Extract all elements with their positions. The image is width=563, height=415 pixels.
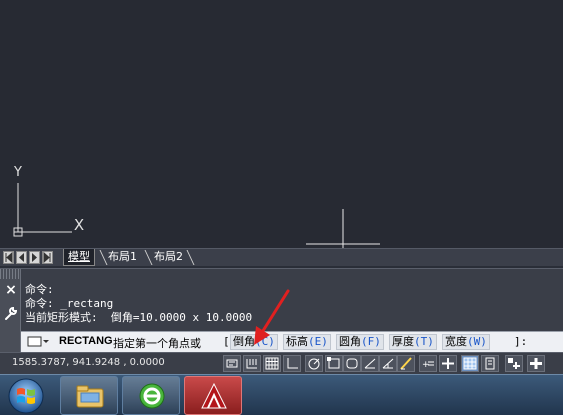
- ucs-icon: Y X: [13, 165, 84, 237]
- ucs-y-label: Y: [13, 165, 22, 180]
- dynamic-input-icon[interactable]: [397, 355, 415, 372]
- internet-explorer-icon: [139, 383, 165, 409]
- taskbar-explorer-button[interactable]: [60, 376, 118, 415]
- option-width[interactable]: 宽度(W): [442, 334, 490, 350]
- ortho-mode-icon[interactable]: [283, 355, 301, 372]
- annotation-monitor-icon[interactable]: [527, 355, 545, 372]
- history-line: 命令: _rectang: [25, 297, 114, 310]
- crosshair-cursor: [306, 209, 380, 248]
- autocad-icon: [201, 382, 227, 409]
- options-open-bracket: [: [223, 335, 230, 348]
- polar-tracking-icon[interactable]: [305, 355, 323, 372]
- quick-properties-icon[interactable]: [481, 355, 499, 372]
- command-history: 命令: 命令: _rectang 当前矩形模式: 倒角=10.0000 x 10…: [25, 283, 555, 325]
- lineweight-icon[interactable]: +: [419, 355, 437, 372]
- last-tab-icon[interactable]: [42, 251, 53, 264]
- options-close-bracket: ]:: [514, 335, 528, 348]
- crosshair-plus-icon[interactable]: [439, 355, 457, 372]
- dynamic-ucs-icon[interactable]: [379, 355, 397, 372]
- snap-mode-icon[interactable]: [243, 355, 261, 372]
- grid-display-icon[interactable]: [263, 355, 281, 372]
- option-thickness[interactable]: 厚度(T): [389, 334, 437, 350]
- selection-cycling-icon[interactable]: [505, 355, 523, 372]
- wrench-icon[interactable]: [3, 305, 19, 321]
- drag-handle[interactable]: [0, 269, 21, 279]
- windows-taskbar: [0, 374, 563, 415]
- layout-tab-bar: 模型 布局1 布局2: [0, 248, 563, 266]
- command-line-input[interactable]: RECTANG 指定第一个角点或 [ 倒角(C) 标高(E) 圆角(F) 厚度(…: [21, 331, 563, 352]
- prev-tab-icon[interactable]: [16, 251, 27, 264]
- taskbar-browser-button[interactable]: [122, 376, 180, 415]
- taskbar-autocad-button[interactable]: [184, 376, 242, 415]
- object-snap-icon[interactable]: [325, 355, 343, 372]
- current-command-name: RECTANG: [59, 335, 113, 347]
- status-bar: 1585.3787, 941.9248 , 0.0000 +: [0, 352, 563, 374]
- coordinate-readout: 1585.3787, 941.9248 , 0.0000: [12, 357, 165, 368]
- close-icon[interactable]: ×: [4, 283, 18, 297]
- drawing-canvas[interactable]: Y X: [0, 0, 563, 248]
- tab-layout2[interactable]: 布局2: [150, 249, 187, 266]
- history-line: 当前矩形模式: 倒角=10.0000 x 10.0000: [25, 311, 253, 324]
- infer-constraints-icon[interactable]: [223, 355, 241, 372]
- command-prompt-text: 指定第一个角点或: [113, 338, 201, 350]
- option-elevation[interactable]: 标高(E): [283, 334, 331, 350]
- 3d-object-snap-icon[interactable]: [343, 355, 361, 372]
- tab-layout1[interactable]: 布局1: [104, 249, 141, 266]
- windows-start-icon[interactable]: [2, 377, 52, 415]
- next-tab-icon[interactable]: [29, 251, 40, 264]
- file-explorer-icon: [76, 385, 104, 408]
- command-window: × 命令: 命令: _rectang 当前矩形模式: 倒角=10.0000 x …: [0, 268, 563, 353]
- command-window-grip[interactable]: ×: [0, 269, 21, 353]
- object-snap-tracking-icon[interactable]: [361, 355, 379, 372]
- tab-model[interactable]: 模型: [63, 249, 95, 266]
- transparency-icon[interactable]: [461, 355, 479, 372]
- first-tab-icon[interactable]: [3, 251, 14, 264]
- option-chamfer[interactable]: 倒角(C): [230, 334, 278, 350]
- ucs-x-label: X: [74, 216, 84, 234]
- command-prompt-icon[interactable]: [27, 336, 49, 348]
- option-fillet[interactable]: 圆角(F): [336, 334, 384, 350]
- history-line: 命令:: [25, 283, 54, 296]
